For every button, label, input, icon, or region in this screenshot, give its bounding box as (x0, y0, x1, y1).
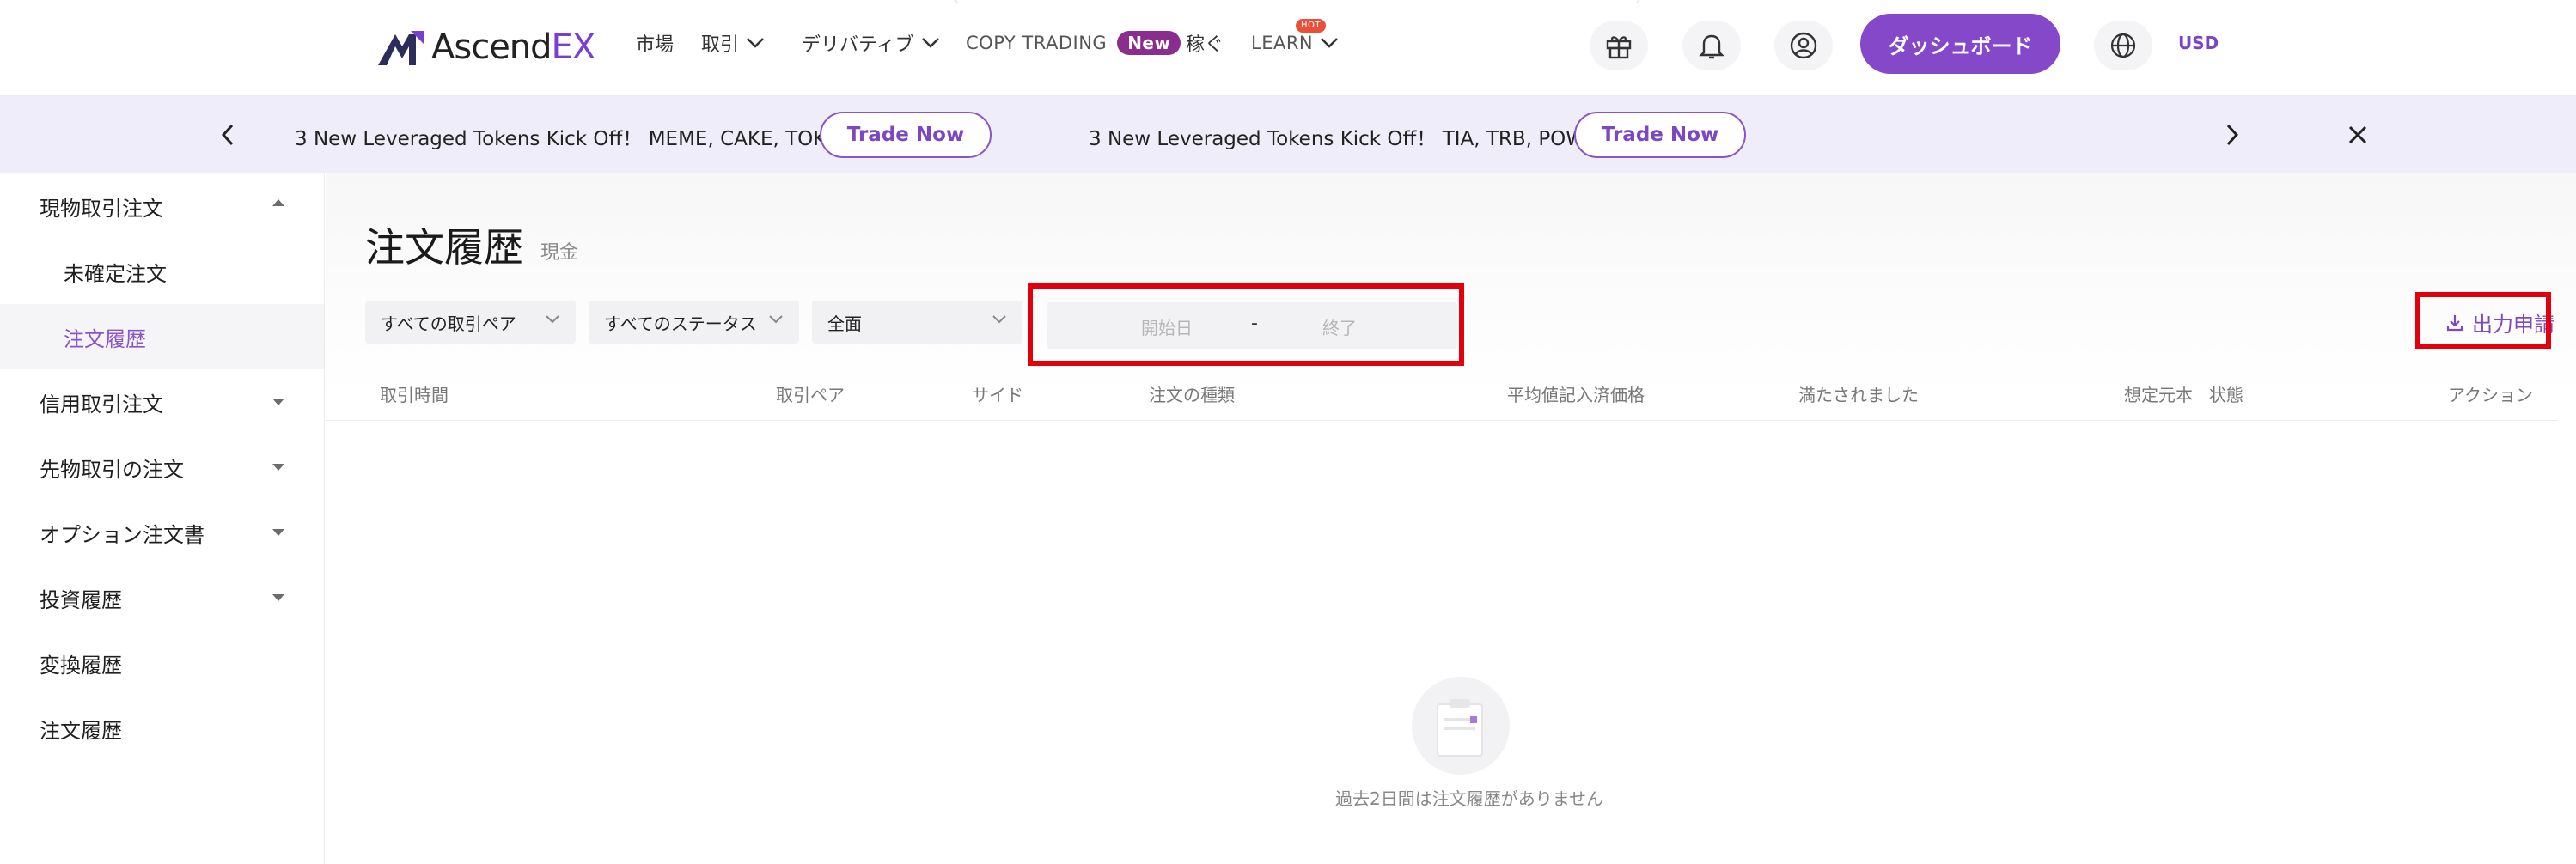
announcement-banner: 3 New Leveraged Tokens Kick Off！ MEME, C… (0, 96, 2576, 173)
sidebar-item-convert-history[interactable]: 変換履歴 (0, 630, 324, 696)
chevron-down-icon (992, 315, 1006, 324)
chevron-down-icon (769, 315, 783, 324)
nav-market[interactable]: 市場 (636, 0, 674, 86)
column-trade-pair[interactable]: 取引ペア (776, 381, 845, 406)
side-filter-select[interactable]: 全面 (812, 301, 1022, 344)
currency-selector[interactable]: USD (2178, 33, 2219, 53)
brand-name: AscendEX (431, 27, 595, 67)
column-avg-filled-price[interactable]: 平均値記入済価格 (1507, 381, 1645, 406)
chevron-down-icon (1321, 38, 1339, 48)
empty-state-message: 過去2日間は注文履歴がありません (1335, 788, 1604, 809)
gift-button[interactable] (1590, 21, 1648, 70)
column-side[interactable]: サイド (972, 381, 1023, 406)
status-filter-select[interactable]: すべてのステータス (589, 301, 799, 344)
page: AscendEX 市場 取引 デリバティブ COPY TRADING New 稼… (0, 0, 2576, 864)
column-status[interactable]: 状態 (2209, 381, 2243, 406)
column-order-type[interactable]: 注文の種類 (1149, 381, 1235, 406)
table-header: 取引時間 取引ペア サイド 注文の種類 平均値記入済価格 満たされました 想定元… (326, 369, 2558, 421)
chevron-left-icon (221, 124, 234, 146)
chevron-right-icon (2226, 124, 2239, 146)
ascendex-logo-icon (378, 31, 424, 65)
column-notional[interactable]: 想定元本 (2124, 381, 2193, 406)
nav-derivatives[interactable]: デリバティブ (802, 0, 940, 86)
highlight-date-range (1028, 283, 1464, 366)
sidebar-item-investment-history[interactable]: 投資履歴 (0, 565, 324, 630)
caret-down-icon (272, 399, 284, 405)
chevron-down-icon (921, 38, 939, 48)
caret-up-icon (272, 199, 284, 206)
page-title: 注文履歴 (365, 224, 523, 271)
new-badge: New (1117, 31, 1181, 55)
hot-badge: HOT (1296, 19, 1326, 33)
notifications-button[interactable] (1682, 21, 1741, 70)
banner-message: 3 New Leveraged Tokens Kick Off！ MEME, C… (295, 128, 854, 150)
pair-filter-select[interactable]: すべての取引ペア (365, 301, 576, 344)
banner-close-button[interactable] (2343, 120, 2372, 149)
page-subtitle: 現金 (540, 242, 579, 264)
sidebar-item-margin-orders[interactable]: 信用取引注文 (0, 369, 324, 435)
chevron-down-icon (747, 38, 764, 48)
nav-learn[interactable]: LEARN HOT (1251, 0, 1339, 86)
brand-logo[interactable]: AscendEX (376, 24, 595, 70)
banner-message: 3 New Leveraged Tokens Kick Off！ TIA, TR… (1089, 128, 1600, 150)
nav-earn[interactable]: 稼ぐ (1186, 0, 1224, 86)
banner-prev-button[interactable] (215, 120, 241, 149)
sidebar-item-order-history-2[interactable]: 注文履歴 (0, 696, 324, 761)
sidebar-item-spot-orders[interactable]: 現物取引注文 (0, 173, 324, 239)
sidebar-item-options-orders[interactable]: オプション注文書 (0, 500, 324, 565)
chevron-down-icon (546, 315, 559, 324)
gift-icon (1606, 36, 1632, 59)
account-button[interactable] (1774, 21, 1833, 70)
column-trade-time[interactable]: 取引時間 (380, 381, 449, 406)
trade-now-button[interactable]: Trade Now (820, 112, 992, 158)
column-filled[interactable]: 満たされました (1798, 381, 1919, 406)
main-content: 注文履歴 現金 すべての取引ペア すべてのステータス 全面 開始日 - 終了 出… (326, 173, 2576, 864)
sidebar-item-order-history[interactable]: 注文履歴 (0, 304, 324, 369)
dashboard-button[interactable]: ダッシュボード (1860, 14, 2060, 74)
caret-down-icon (272, 594, 284, 601)
sidebar-item-futures-orders[interactable]: 先物取引の注文 (0, 435, 324, 500)
empty-state-icon (1412, 677, 1510, 775)
nav-trade[interactable]: 取引 (701, 0, 765, 86)
nav-copy-trading[interactable]: COPY TRADING New (966, 0, 1181, 86)
user-icon (1790, 32, 1817, 59)
column-action: アクション (2448, 385, 2533, 405)
caret-down-icon (272, 529, 284, 536)
caret-down-icon (272, 464, 284, 471)
sidebar-item-open-orders[interactable]: 未確定注文 (0, 239, 324, 304)
banner-next-button[interactable] (2219, 120, 2245, 149)
trade-now-button[interactable]: Trade Now (1574, 112, 1746, 158)
close-icon (2348, 125, 2367, 144)
globe-icon (2110, 33, 2136, 58)
sidebar: 現物取引注文 未確定注文 注文履歴 信用取引注文 先物取引の注文 オプション注文… (0, 173, 325, 864)
bell-icon (1699, 34, 1724, 59)
highlight-export (2415, 292, 2551, 349)
language-button[interactable] (2094, 21, 2152, 70)
top-header: AscendEX 市場 取引 デリバティブ COPY TRADING New 稼… (0, 0, 2576, 96)
